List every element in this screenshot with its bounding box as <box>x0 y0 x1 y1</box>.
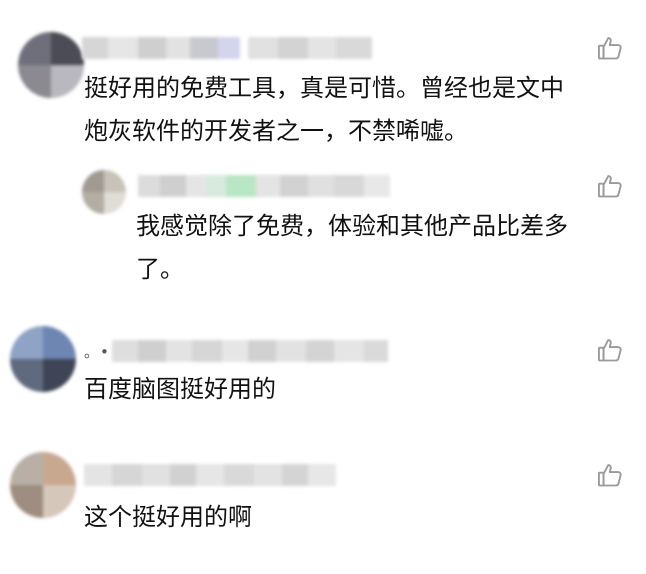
thumbs-up-icon[interactable] <box>596 336 624 364</box>
comment-text: 百度脑图挺好用的 <box>84 375 276 403</box>
avatar[interactable] <box>10 452 76 518</box>
thumbs-up-icon[interactable] <box>596 172 624 200</box>
thumbs-up-icon[interactable] <box>596 34 624 62</box>
comment-text: 挺好用的免费工具，真是可惜。曾经也是文中 炮灰软件的开发者之一，不禁唏嘘。 <box>84 74 564 145</box>
avatar[interactable] <box>10 326 76 392</box>
avatar[interactable] <box>82 170 126 214</box>
reply-text: 我感觉除了免费，体验和其他产品比差多 了。 <box>136 212 568 283</box>
avatar[interactable] <box>18 32 84 98</box>
comment-text: 这个挺好用的啊 <box>84 503 252 531</box>
username-blurred[interactable] <box>112 340 388 362</box>
username-prefix: 。• <box>84 343 110 361</box>
username-blurred[interactable] <box>84 464 336 486</box>
username-blurred[interactable] <box>138 175 390 197</box>
username-blurred[interactable] <box>82 37 372 59</box>
thumbs-up-icon[interactable] <box>596 461 624 489</box>
